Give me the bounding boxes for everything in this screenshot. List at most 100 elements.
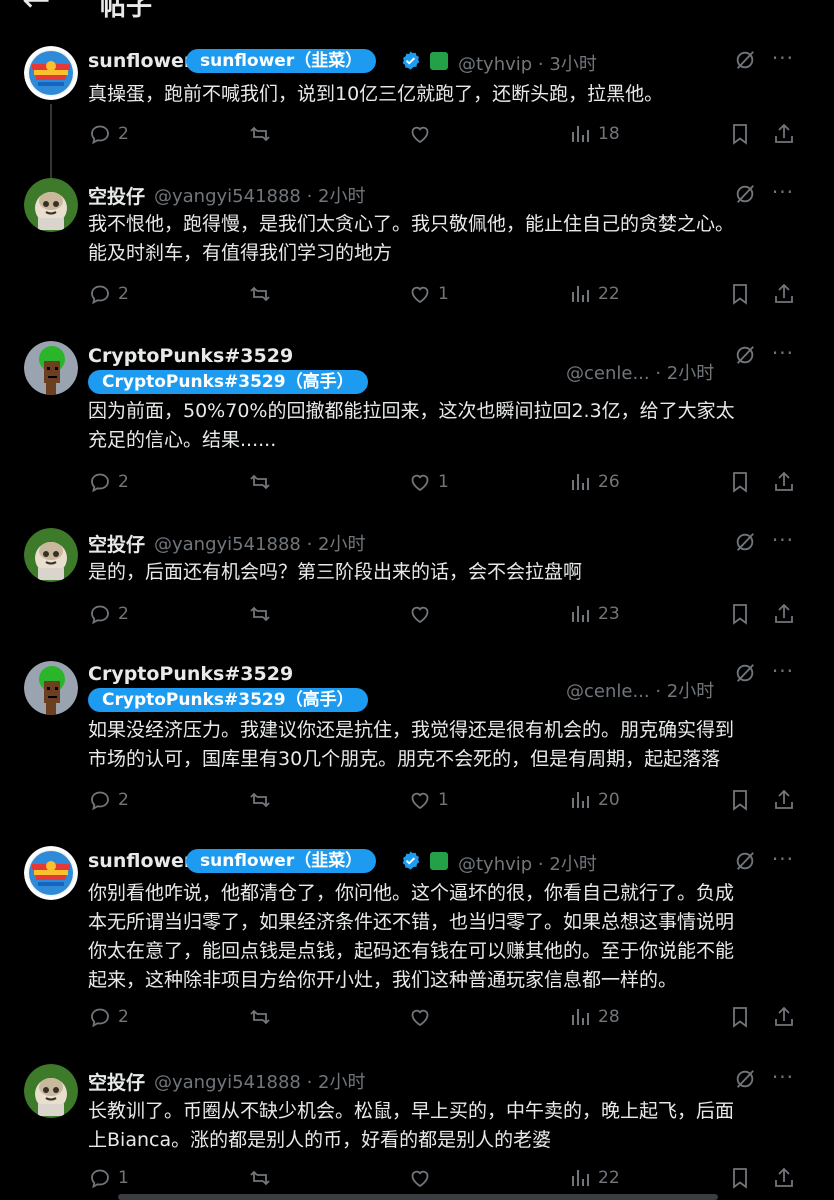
views-button[interactable]: 23	[568, 602, 620, 626]
more-options-icon[interactable]: ···	[772, 1065, 794, 1089]
handle-and-time[interactable]: @yangyi541888 · 2小时	[154, 1068, 366, 1094]
more-options-icon[interactable]: ···	[772, 528, 794, 552]
like-button[interactable]	[408, 602, 432, 626]
post[interactable]: 空投仔 @yangyi541888 · 2小时 ··· 长教训了。币圈从不缺少机…	[0, 1050, 834, 1194]
handle-and-time[interactable]: @tyhvip · 3小时	[458, 50, 597, 76]
author-name[interactable]: 空投仔	[88, 530, 145, 557]
repost-button[interactable]	[248, 1166, 272, 1190]
avatar[interactable]	[24, 341, 78, 395]
views-button[interactable]: 28	[568, 1005, 620, 1029]
more-options-icon[interactable]: ···	[772, 46, 794, 70]
grok-icon[interactable]	[734, 49, 756, 71]
share-button[interactable]	[772, 470, 796, 494]
post[interactable]: sunflower sunflower（韭菜） @tyhvip · 2小时 ··…	[0, 830, 834, 1050]
post[interactable]: sunflower sunflower（韭菜） @tyhvip · 3小时 ··…	[0, 40, 834, 180]
author-name[interactable]: 空投仔	[88, 1068, 145, 1095]
action-bar: 2 28	[88, 1005, 808, 1033]
bookmark-icon	[728, 602, 752, 626]
like-button[interactable]: 1	[408, 788, 449, 812]
more-options-icon[interactable]: ···	[772, 659, 794, 683]
reply-button[interactable]: 2	[88, 470, 129, 494]
post[interactable]: CryptoPunks#3529 CryptoPunks#3529（高手） @c…	[0, 325, 834, 510]
post[interactable]: 空投仔 @yangyi541888 · 2小时 ··· 是的，后面还有机会吗？第…	[0, 510, 834, 645]
bookmark-icon	[728, 1005, 752, 1029]
more-options-icon[interactable]: ···	[772, 180, 794, 204]
reply-button[interactable]: 2	[88, 282, 129, 306]
heart-icon	[408, 602, 432, 626]
share-button[interactable]	[772, 282, 796, 306]
like-button[interactable]	[408, 1166, 432, 1190]
handle-and-time[interactable]: @yangyi541888 · 2小时	[154, 530, 366, 556]
views-button[interactable]: 20	[568, 788, 620, 812]
handle-and-time[interactable]: @yangyi541888 · 2小时	[154, 182, 366, 208]
handle-and-time[interactable]: @cenle... · 2小时	[566, 677, 714, 703]
repost-button[interactable]	[248, 282, 272, 306]
like-button[interactable]	[408, 122, 438, 146]
grok-icon[interactable]	[734, 662, 756, 684]
grok-icon[interactable]	[734, 183, 756, 205]
more-options-icon[interactable]: ···	[772, 847, 794, 871]
action-bar: 2 23	[88, 602, 808, 630]
arrow-left-icon[interactable]: ←	[22, 0, 51, 20]
avatar[interactable]	[24, 528, 78, 582]
views-button[interactable]: 22	[568, 1166, 620, 1190]
view-count: 26	[598, 472, 620, 492]
heart-icon	[408, 1166, 432, 1190]
views-button[interactable]: 26	[568, 470, 620, 494]
repost-icon	[248, 122, 272, 146]
bookmark-button[interactable]	[728, 1166, 752, 1190]
grok-icon[interactable]	[734, 531, 756, 553]
post[interactable]: 空投仔 @yangyi541888 · 2小时 ··· 我不恨他，跑得慢，是我们…	[0, 170, 834, 325]
bookmark-button[interactable]	[728, 1005, 752, 1029]
author-name[interactable]: sunflower	[88, 850, 193, 872]
repost-button[interactable]	[248, 1005, 272, 1029]
reply-button[interactable]: 2	[88, 788, 129, 812]
avatar[interactable]	[24, 661, 78, 715]
reply-button[interactable]: 1	[88, 1166, 129, 1190]
reply-button[interactable]: 2	[88, 1005, 129, 1029]
share-button[interactable]	[772, 602, 796, 626]
handle-and-time[interactable]: @cenle... · 2小时	[566, 359, 714, 385]
post[interactable]: CryptoPunks#3529 CryptoPunks#3529（高手） @c…	[0, 645, 834, 830]
repost-icon	[248, 1166, 272, 1190]
author-name[interactable]: CryptoPunks#3529	[88, 663, 293, 685]
avatar[interactable]	[24, 46, 78, 100]
bookmark-button[interactable]	[728, 282, 752, 306]
reply-button[interactable]: 2	[88, 602, 129, 626]
repost-button[interactable]	[248, 602, 272, 626]
share-button[interactable]	[772, 1005, 796, 1029]
like-button[interactable]	[408, 1005, 432, 1029]
grok-icon[interactable]	[734, 850, 756, 872]
reply-button[interactable]: 2	[88, 122, 129, 146]
avatar[interactable]	[24, 846, 78, 900]
scroll-indicator[interactable]	[118, 1194, 718, 1200]
more-options-icon[interactable]: ···	[772, 341, 794, 365]
author-name[interactable]: sunflower	[88, 50, 193, 72]
bookmark-button[interactable]	[728, 602, 752, 626]
like-button[interactable]: 1	[408, 282, 449, 306]
bookmark-button[interactable]	[728, 470, 752, 494]
share-button[interactable]	[772, 1166, 796, 1190]
handle-and-time[interactable]: @tyhvip · 2小时	[458, 850, 597, 876]
grok-icon[interactable]	[734, 1068, 756, 1090]
share-button[interactable]	[772, 788, 796, 812]
repost-button[interactable]	[248, 470, 272, 494]
views-icon	[568, 1166, 592, 1190]
author-name[interactable]: 空投仔	[88, 182, 145, 209]
bookmark-button[interactable]	[728, 122, 752, 146]
like-button[interactable]: 1	[408, 470, 449, 494]
bookmark-button[interactable]	[728, 788, 752, 812]
avatar[interactable]	[24, 1064, 78, 1118]
grok-icon[interactable]	[734, 344, 756, 366]
views-button[interactable]: 18	[568, 122, 620, 146]
text-line: 我不恨他，跑得慢，是我们太贪心了。我只敬佩他，能止住自己的贪婪之心。	[88, 213, 735, 235]
share-button[interactable]	[772, 122, 796, 146]
author-name[interactable]: CryptoPunks#3529	[88, 345, 293, 367]
repost-button[interactable]	[248, 788, 272, 812]
view-count: 22	[598, 284, 620, 304]
views-button[interactable]: 22	[568, 282, 620, 306]
reply-count: 2	[118, 124, 129, 144]
text-line: 真操蛋，跑前不喊我们，说到10亿三亿就跑了，还断头跑，拉黑他。	[88, 83, 664, 105]
repost-button[interactable]	[248, 122, 272, 146]
avatar[interactable]	[24, 178, 78, 232]
